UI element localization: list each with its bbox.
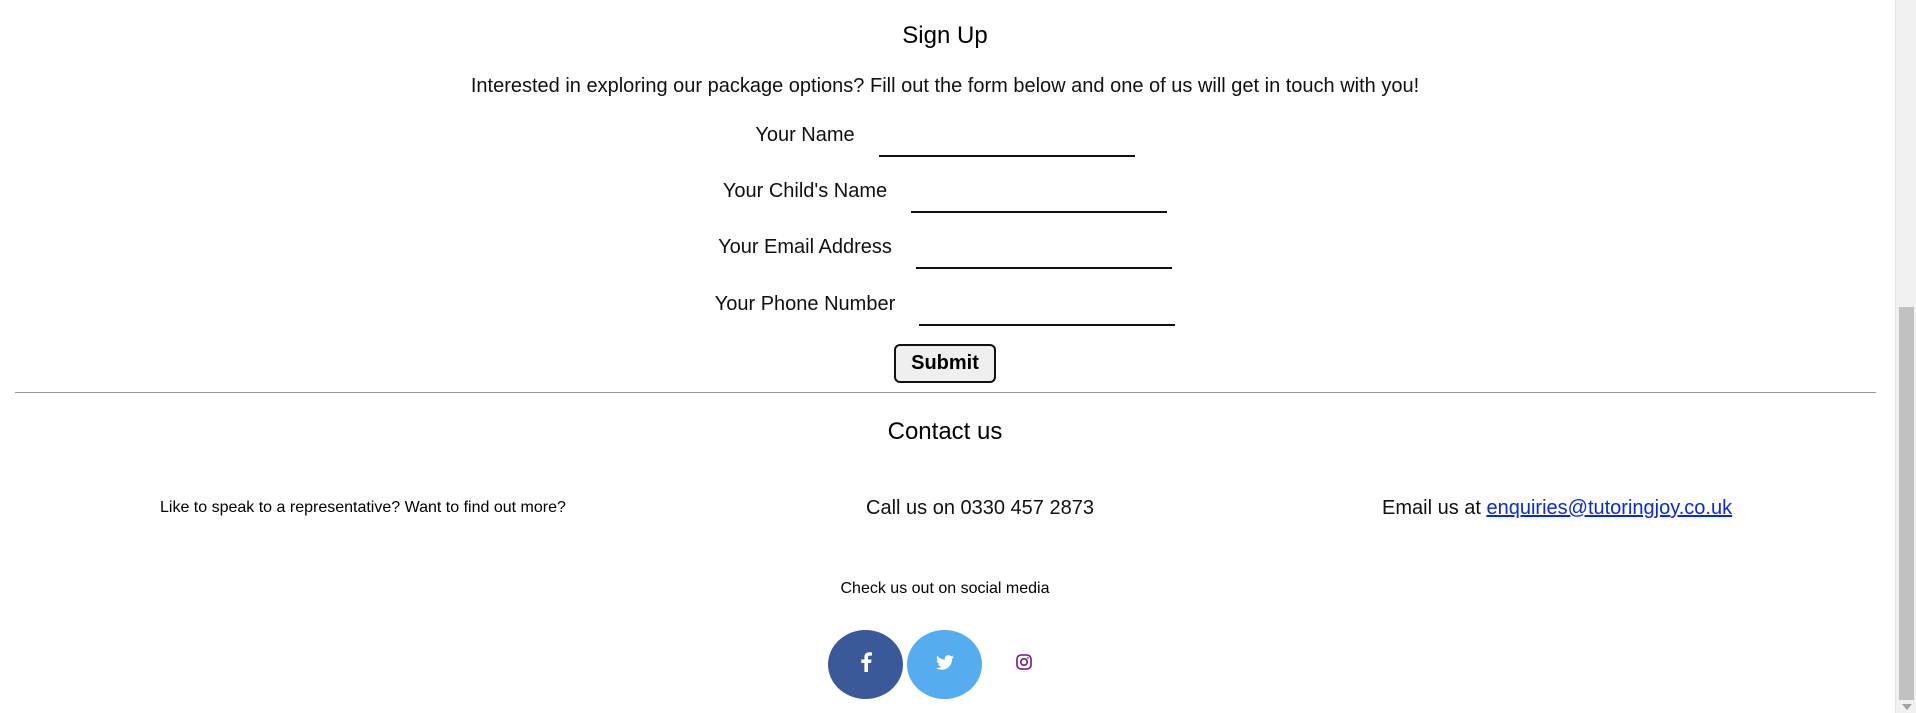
instagram-button[interactable] xyxy=(986,630,1061,699)
contact-email: Email us at enquiries@tutoringjoy.co.uk xyxy=(1382,497,1732,520)
name-row: Your Name xyxy=(0,123,1890,157)
email-field[interactable] xyxy=(915,245,1172,269)
scrollbar[interactable] xyxy=(1895,0,1916,713)
social-title: Check us out on social media xyxy=(840,580,1050,597)
twitter-button[interactable] xyxy=(907,630,982,699)
scroll-down-icon[interactable] xyxy=(1902,704,1912,710)
contact-call-text: Call us on 0330 457 2873 xyxy=(866,497,1094,519)
child-name-row: Your Child's Name xyxy=(0,179,1890,213)
contact-email-prefix: Email us at xyxy=(1382,497,1487,519)
social-links xyxy=(828,630,1061,699)
page: Sign Up Interested in exploring our pack… xyxy=(0,0,1895,713)
phone-field[interactable] xyxy=(919,302,1176,326)
scrollbar-thumb[interactable] xyxy=(1899,307,1914,700)
email-label: Your Email Address xyxy=(718,236,892,258)
instagram-icon xyxy=(1015,654,1032,675)
contact-speak-text: Like to speak to a representative? Want … xyxy=(160,499,566,516)
child-name-label: Your Child's Name xyxy=(722,180,888,202)
submit-wrap: Submit xyxy=(0,344,1890,383)
signup-intro: Interested in exploring our package opti… xyxy=(470,75,1420,97)
contact-title: Contact us xyxy=(887,418,1003,445)
email-link[interactable]: enquiries@tutoringjoy.co.uk xyxy=(1486,497,1732,519)
email-row: Your Email Address xyxy=(0,235,1890,269)
phone-label: Your Phone Number xyxy=(714,293,896,315)
name-label: Your Name xyxy=(755,124,855,146)
child-name-field[interactable] xyxy=(911,189,1168,213)
phone-row: Your Phone Number xyxy=(0,292,1890,326)
name-field[interactable] xyxy=(878,133,1135,157)
section-divider xyxy=(15,392,1876,393)
signup-title: Sign Up xyxy=(902,22,988,49)
twitter-icon xyxy=(935,653,954,676)
facebook-icon xyxy=(860,651,872,678)
facebook-button[interactable] xyxy=(828,630,903,699)
submit-button[interactable]: Submit xyxy=(894,344,996,383)
